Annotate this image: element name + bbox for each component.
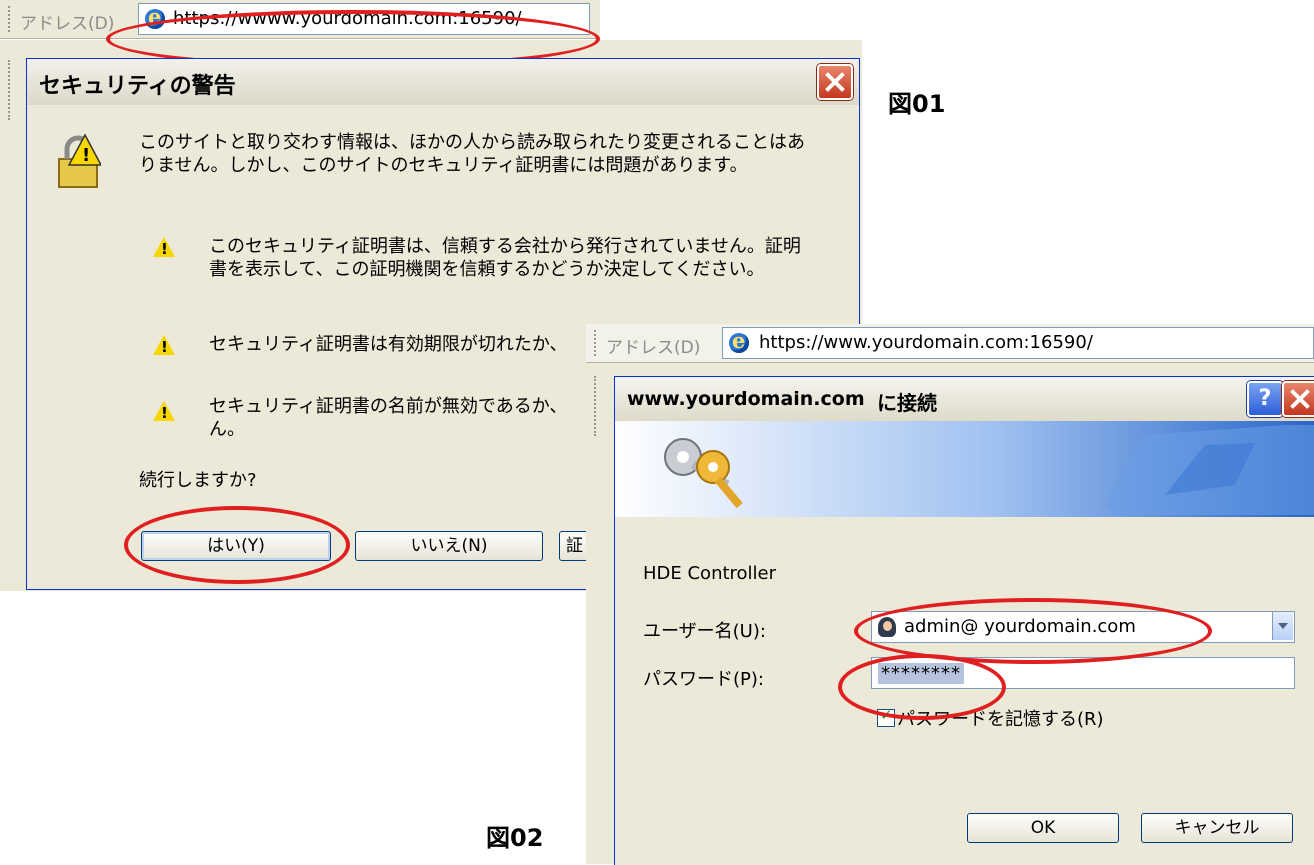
address-label: アドレス(D)	[20, 14, 115, 34]
username-label: ユーザー名(U):	[643, 621, 766, 642]
dialog-titlebar: www.yourdomain.com に接続 ?	[615, 377, 1314, 421]
highlight-oval-yes	[124, 506, 350, 584]
continue-question: 続行しますか?	[139, 470, 257, 491]
dialog-titlebar: セキュリティの警告	[27, 59, 859, 105]
help-button[interactable]: ?	[1247, 381, 1283, 417]
dropdown-arrow-icon[interactable]	[1272, 612, 1293, 640]
address-label: アドレス(D)	[606, 338, 701, 358]
figure-label-02: 図02	[486, 824, 544, 852]
banner-decoration	[1105, 425, 1314, 515]
close-button[interactable]	[817, 64, 853, 100]
highlight-oval-password	[838, 654, 1006, 720]
keys-icon	[664, 438, 743, 509]
password-label: パスワード(P):	[643, 669, 764, 690]
warning-icon	[153, 237, 175, 258]
warning-2-line-1: セキュリティ証明書は有効期限が切れたか、	[209, 334, 568, 355]
dialog-title-host: www.yourdomain.com	[627, 388, 865, 410]
toolbar-grip	[594, 330, 599, 356]
svg-text:!: !	[82, 145, 90, 166]
intro-line-1: このサイトと取り交わす情報は、ほかの人から読み取られたり変更されることはあ	[139, 132, 805, 153]
realm-text: HDE Controller	[643, 563, 777, 584]
ok-button[interactable]: OK	[967, 813, 1119, 843]
warning-1-line-2: 書を表示して、この証明機関を信頼するかどうか決定してください。	[209, 259, 765, 280]
figure-label-01: 図01	[888, 90, 946, 118]
cancel-button[interactable]: キャンセル	[1141, 813, 1293, 843]
lock-warning-icon: !	[58, 133, 101, 188]
warning-icon	[153, 335, 175, 356]
ie-page-icon	[729, 328, 749, 353]
intro-line-2: りません。しかし、このサイトのセキュリティ証明書には問題があります。	[139, 155, 748, 176]
dialog-title: セキュリティの警告	[39, 74, 236, 99]
dialog-banner	[615, 421, 1314, 517]
address-url: https://www.yourdomain.com:16590/	[759, 332, 1093, 353]
warning-3-line-2: ん。	[209, 419, 245, 440]
toolbar-grip	[594, 376, 599, 436]
warning-3-line-1: セキュリティ証明書の名前が無効であるか、	[209, 396, 568, 417]
toolbar-grip	[8, 60, 13, 120]
warning-1-line-1: このセキュリティ証明書は、信頼する会社から発行されていません。証明	[209, 236, 801, 257]
no-button[interactable]: いいえ(N)	[355, 531, 543, 561]
close-button[interactable]	[1282, 381, 1314, 417]
dialog-title-suffix: に接続	[877, 391, 937, 415]
warning-icon	[153, 401, 175, 422]
toolbar-grip	[8, 6, 13, 32]
address-field[interactable]: https://www.yourdomain.com:16590/	[722, 327, 1314, 359]
right-address-bar: アドレス(D) https://www.yourdomain.com:16590…	[586, 324, 1314, 363]
